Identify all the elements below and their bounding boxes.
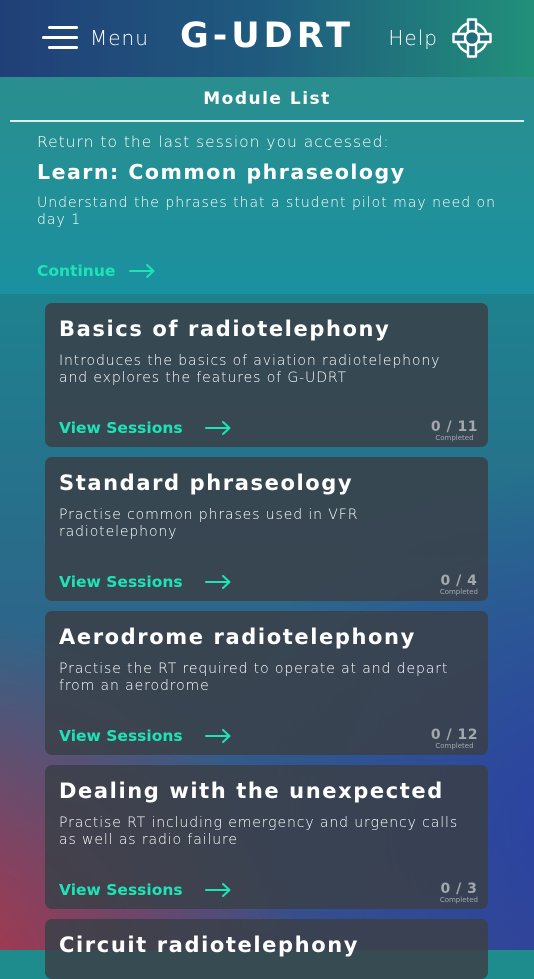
divider — [10, 120, 524, 122]
progress-count: 0 / 11 — [430, 419, 478, 435]
module-card-aerodrome[interactable]: Aerodrome radiotelephony Practise the RT… — [45, 611, 488, 755]
progress-indicator: 0 / 4 Completed — [440, 573, 478, 596]
arrow-right-icon — [204, 575, 231, 589]
arrow-right-icon — [204, 421, 231, 435]
last-session-description: Understand the phrases that a student pi… — [37, 195, 496, 228]
view-sessions-label: View Sessions — [59, 727, 183, 745]
module-card-standard-phraseology[interactable]: Standard phraseology Practise common phr… — [45, 457, 488, 601]
return-prompt: Return to the last session you accessed: — [37, 133, 390, 151]
view-sessions-label: View Sessions — [59, 573, 183, 591]
last-session-title: Learn: Common phraseology — [37, 160, 406, 184]
progress-label: Completed — [439, 588, 478, 596]
progress-count: 0 / 4 — [440, 573, 478, 589]
view-sessions-button[interactable]: View Sessions — [59, 881, 231, 899]
module-description: Practise RT including emergency and urge… — [59, 815, 459, 848]
module-title: Dealing with the unexpected — [59, 779, 444, 803]
continue-button[interactable]: Continue — [37, 262, 155, 280]
view-sessions-label: View Sessions — [59, 881, 183, 899]
page-title: Module List — [203, 89, 331, 109]
last-session-banner: Module List Return to the last session y… — [0, 77, 534, 294]
module-title: Basics of radiotelephony — [59, 317, 391, 341]
view-sessions-label: View Sessions — [59, 419, 183, 437]
help-label: Help — [388, 26, 438, 50]
progress-count: 0 / 3 — [440, 881, 478, 897]
module-description: Practise the RT required to operate at a… — [59, 661, 449, 694]
progress-label: Completed — [439, 896, 478, 904]
progress-count: 0 / 12 — [430, 727, 478, 743]
progress-indicator: 0 / 12 Completed — [431, 727, 478, 750]
progress-label: Completed — [435, 742, 474, 750]
module-description: Introduces the basics of aviation radiot… — [59, 353, 441, 386]
progress-indicator: 0 / 11 Completed — [431, 419, 478, 442]
arrow-right-icon — [129, 264, 155, 278]
lifebuoy-icon — [452, 18, 492, 58]
arrow-right-icon — [204, 729, 231, 743]
module-card-unexpected[interactable]: Dealing with the unexpected Practise RT … — [45, 765, 488, 909]
module-title: Circuit radiotelephony — [59, 933, 360, 957]
continue-label: Continue — [37, 262, 116, 280]
module-card-basics[interactable]: Basics of radiotelephony Introduces the … — [45, 303, 488, 447]
view-sessions-button[interactable]: View Sessions — [59, 727, 231, 745]
module-title: Aerodrome radiotelephony — [59, 625, 416, 649]
progress-indicator: 0 / 3 Completed — [440, 881, 478, 904]
app-header: Menu G-UDRT Help — [0, 0, 534, 77]
view-sessions-button[interactable]: View Sessions — [59, 419, 231, 437]
module-card-circuit[interactable]: Circuit radiotelephony — [45, 919, 488, 979]
help-button[interactable]: Help — [388, 18, 492, 58]
module-title: Standard phraseology — [59, 471, 354, 495]
view-sessions-button[interactable]: View Sessions — [59, 573, 231, 591]
progress-label: Completed — [435, 434, 474, 442]
arrow-right-icon — [204, 883, 231, 897]
module-description: Practise common phrases used in VFR radi… — [59, 507, 359, 540]
